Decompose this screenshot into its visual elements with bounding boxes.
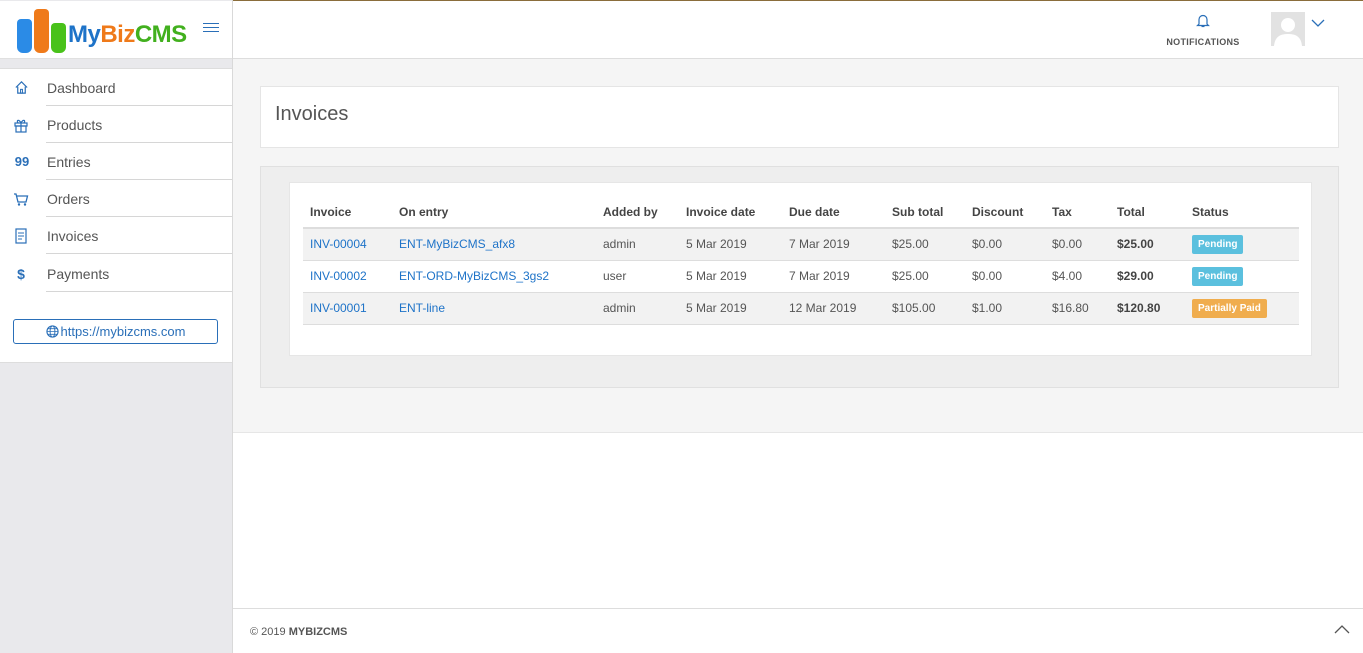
column-header[interactable]: Discount bbox=[965, 196, 1045, 229]
footer-brand: MYBIZCMS bbox=[288, 626, 348, 638]
due-date-cell: 12 Mar 2019 bbox=[782, 292, 885, 325]
column-header[interactable]: Added by bbox=[596, 196, 679, 229]
entry-link[interactable]: ENT-MyBizCMS_afx8 bbox=[399, 237, 515, 251]
chevron-down-icon[interactable] bbox=[1311, 16, 1325, 31]
table-row: INV-00004 ENT-MyBizCMS_afx8 admin 5 Mar … bbox=[303, 228, 1299, 261]
total-cell: $120.80 bbox=[1117, 301, 1161, 315]
column-header[interactable]: Tax bbox=[1045, 196, 1110, 229]
globe-icon bbox=[45, 325, 59, 338]
sidebar-item-label: Dashboard bbox=[47, 80, 116, 96]
logo-biz: Biz bbox=[100, 21, 135, 48]
document-icon bbox=[13, 228, 29, 244]
column-header[interactable]: Due date bbox=[782, 196, 885, 229]
sidebar: MyBizCMS Dashboard Products 99 Entries O… bbox=[0, 0, 233, 653]
total-cell: $25.00 bbox=[1117, 237, 1154, 252]
cart-icon bbox=[13, 191, 29, 207]
sidebar-item-invoices[interactable]: Invoices bbox=[0, 217, 232, 254]
notifications-button[interactable]: NOTIFICATIONS bbox=[1163, 13, 1243, 47]
discount-cell: $0.00 bbox=[965, 228, 1045, 261]
copyright-text: © 2019 bbox=[250, 626, 286, 638]
invoice-link[interactable]: INV-00001 bbox=[310, 301, 367, 315]
page-title: Invoices bbox=[275, 103, 349, 125]
content-area bbox=[233, 433, 1363, 608]
status-badge: Pending bbox=[1192, 266, 1244, 286]
sidebar-item-entries[interactable]: 99 Entries bbox=[0, 143, 232, 180]
top-header: NOTIFICATIONS bbox=[233, 1, 1363, 59]
sidebar-item-payments[interactable]: $ Payments bbox=[0, 254, 232, 292]
entry-link[interactable]: ENT-ORD-MyBizCMS_3gs2 bbox=[399, 269, 549, 283]
discount-cell: $1.00 bbox=[965, 292, 1045, 325]
sub-total-cell: $25.00 bbox=[885, 260, 965, 293]
sidebar-item-label: Entries bbox=[47, 154, 91, 170]
table-header-row: Invoice On entry Added by Invoice date D… bbox=[303, 196, 1299, 229]
invoice-link[interactable]: INV-00004 bbox=[310, 237, 367, 251]
sidebar-item-label: Orders bbox=[47, 191, 90, 207]
website-link-button[interactable]: https://mybizcms.com bbox=[13, 319, 218, 344]
chevron-up-icon[interactable] bbox=[1334, 623, 1350, 638]
status-badge: Pending bbox=[1192, 234, 1244, 254]
website-link-label: https://mybizcms.com bbox=[60, 324, 186, 339]
menu-toggle-icon[interactable] bbox=[203, 23, 219, 35]
logo-icon bbox=[17, 9, 69, 53]
sidebar-item-label: Invoices bbox=[47, 228, 99, 244]
total-cell: $29.00 bbox=[1117, 269, 1154, 283]
invoice-date-cell: 5 Mar 2019 bbox=[679, 292, 782, 325]
logo-cms: CMS bbox=[134, 21, 187, 48]
entry-link[interactable]: ENT-line bbox=[399, 301, 445, 315]
invoice-date-cell: 5 Mar 2019 bbox=[679, 228, 782, 261]
column-header[interactable]: Invoice bbox=[303, 196, 392, 229]
column-header[interactable]: Status bbox=[1185, 196, 1299, 229]
tax-cell: $0.00 bbox=[1045, 228, 1110, 261]
column-header[interactable]: Invoice date bbox=[679, 196, 782, 229]
logo-my: My bbox=[68, 21, 101, 48]
bell-icon bbox=[1196, 14, 1210, 28]
page-header: Invoices bbox=[260, 86, 1339, 148]
sidebar-item-label: Payments bbox=[47, 266, 110, 282]
tax-cell: $4.00 bbox=[1045, 260, 1110, 293]
gift-icon bbox=[13, 117, 29, 133]
invoice-link[interactable]: INV-00002 bbox=[310, 269, 367, 283]
table-row: INV-00001 ENT-line admin 5 Mar 2019 12 M… bbox=[303, 292, 1299, 325]
invoices-panel: Invoice On entry Added by Invoice date D… bbox=[260, 166, 1339, 388]
brand-area: MyBizCMS bbox=[0, 1, 232, 59]
dollar-icon: $ bbox=[17, 266, 25, 282]
logo-text[interactable]: MyBizCMS bbox=[68, 21, 187, 49]
added-by-cell: user bbox=[596, 260, 679, 293]
invoice-date-cell: 5 Mar 2019 bbox=[679, 260, 782, 293]
home-icon bbox=[13, 80, 29, 96]
notifications-label: NOTIFICATIONS bbox=[1166, 37, 1240, 47]
status-badge: Partially Paid bbox=[1192, 298, 1267, 318]
column-header[interactable]: On entry bbox=[392, 196, 596, 229]
copyright: © 2019 MYBIZCMS bbox=[250, 626, 347, 638]
due-date-cell: 7 Mar 2019 bbox=[782, 228, 885, 261]
tax-cell: $16.80 bbox=[1045, 292, 1110, 325]
discount-cell: $0.00 bbox=[965, 260, 1045, 293]
quote-icon: 99 bbox=[14, 154, 30, 169]
column-header[interactable]: Total bbox=[1110, 196, 1185, 229]
sidebar-item-products[interactable]: Products bbox=[0, 106, 232, 143]
avatar[interactable] bbox=[1271, 12, 1305, 46]
sidebar-item-dashboard[interactable]: Dashboard bbox=[0, 69, 232, 106]
sub-total-cell: $105.00 bbox=[885, 292, 965, 325]
sidebar-item-orders[interactable]: Orders bbox=[0, 180, 232, 217]
table-row: INV-00002 ENT-ORD-MyBizCMS_3gs2 user 5 M… bbox=[303, 260, 1299, 293]
sub-total-cell: $25.00 bbox=[885, 228, 965, 261]
sidebar-item-label: Products bbox=[47, 117, 103, 133]
invoices-card: Invoice On entry Added by Invoice date D… bbox=[289, 182, 1312, 356]
added-by-cell: admin bbox=[596, 228, 679, 261]
invoices-table: Invoice On entry Added by Invoice date D… bbox=[303, 196, 1299, 325]
added-by-cell: admin bbox=[596, 292, 679, 325]
column-header[interactable]: Sub total bbox=[885, 196, 965, 229]
sidebar-nav: Dashboard Products 99 Entries Orders Inv… bbox=[0, 68, 232, 363]
due-date-cell: 7 Mar 2019 bbox=[782, 260, 885, 293]
footer: © 2019 MYBIZCMS bbox=[233, 608, 1363, 653]
user-silhouette-icon bbox=[1274, 18, 1302, 46]
